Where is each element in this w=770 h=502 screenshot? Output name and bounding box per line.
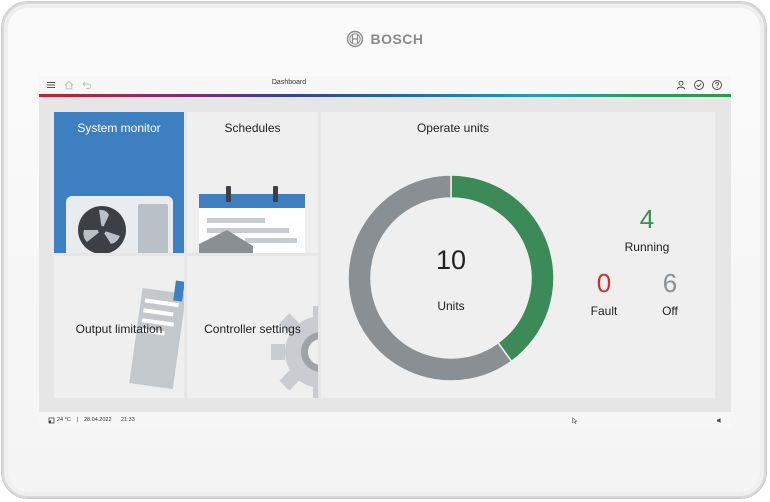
user-icon[interactable] <box>675 79 687 91</box>
help-icon[interactable] <box>711 79 723 91</box>
outdoor-unit-icon <box>66 196 173 253</box>
tile-system-monitor-label: System monitor <box>77 121 161 135</box>
off-label: Off <box>662 304 678 318</box>
accent-stripe <box>39 94 731 97</box>
units-total-label: Units <box>437 299 465 313</box>
calendar-icon <box>199 186 305 253</box>
gear-icon <box>271 306 318 398</box>
screen: Dashboard System monitor Schedules Outpu… <box>39 76 731 428</box>
tile-output-limitation[interactable]: Output limitation <box>54 256 184 398</box>
date-readout: 28.04.2022 <box>84 417 112 423</box>
tile-controller-settings-label: Controller settings <box>204 322 301 336</box>
volume-icon[interactable] <box>716 417 722 424</box>
status-separator: | <box>77 417 79 423</box>
document-icon <box>129 280 184 390</box>
cursor-icon <box>572 417 578 424</box>
brand: BOSCH <box>0 28 770 50</box>
running-label: Running <box>624 240 670 254</box>
thermometer-icon <box>48 417 55 424</box>
bosch-logo-icon <box>347 30 364 48</box>
status-bar: 24 °C | 28.04.2022 21:33 <box>39 412 731 428</box>
fault-label: Fault <box>590 304 618 318</box>
tile-output-limitation-label: Output limitation <box>75 322 163 336</box>
temperature-readout: 24 °C <box>57 417 71 423</box>
units-total-value: 10 <box>435 245 467 275</box>
operate-units-panel[interactable]: Operate units 10 Units 4 Running 0 Fault… <box>321 112 715 398</box>
tile-controller-settings[interactable]: Controller settings <box>187 256 318 398</box>
fault-count: 0 <box>596 268 612 298</box>
tile-schedules-label: Schedules <box>224 121 281 135</box>
time-readout: 21:33 <box>121 417 135 423</box>
off-count: 6 <box>662 268 678 298</box>
page-title: Dashboard <box>271 79 307 86</box>
top-bar: Dashboard <box>39 76 731 94</box>
running-count: 4 <box>639 204 655 234</box>
check-circle-icon[interactable] <box>693 79 705 91</box>
tile-schedules[interactable]: Schedules <box>187 112 318 253</box>
brand-name: BOSCH <box>370 31 424 47</box>
tile-system-monitor[interactable]: System monitor <box>54 112 184 253</box>
